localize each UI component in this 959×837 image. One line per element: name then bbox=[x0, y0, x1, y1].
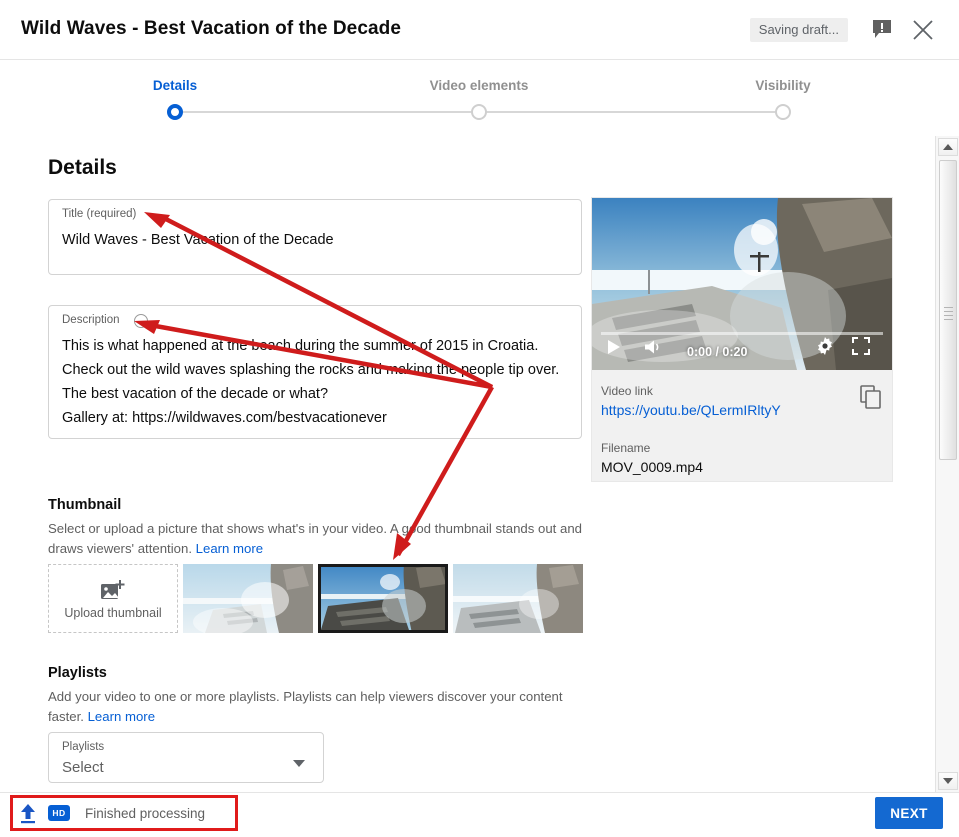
thumbnail-option-3[interactable] bbox=[453, 564, 583, 633]
title-field[interactable]: Title (required) Wild Waves - Best Vacat… bbox=[48, 199, 582, 275]
thumbnail-helper-line-2: draws viewers' attention. bbox=[48, 541, 192, 556]
gear-icon[interactable] bbox=[816, 337, 834, 360]
vertical-scrollbar[interactable] bbox=[935, 136, 959, 792]
description-field[interactable]: Description This is what happened at the… bbox=[48, 305, 582, 439]
feedback-exclamation-icon[interactable] bbox=[872, 19, 892, 41]
playlists-select-value: Select bbox=[62, 759, 104, 776]
thumbnail-helper-line-1: Select or upload a picture that shows wh… bbox=[48, 521, 583, 536]
play-icon[interactable] bbox=[606, 339, 622, 360]
playlists-helper-line-1: Add your video to one or more playlists.… bbox=[48, 689, 563, 704]
thumbnail-heading: Thumbnail bbox=[48, 497, 122, 513]
details-scroll-area: Details Title (required) Wild Waves - Be… bbox=[0, 136, 935, 792]
filename-label: Filename bbox=[601, 441, 651, 455]
stepper-track-2 bbox=[479, 111, 783, 113]
fullscreen-icon[interactable] bbox=[852, 337, 870, 360]
video-player-controls: 0:00 / 0:20 bbox=[592, 330, 892, 370]
step-label-details[interactable]: Details bbox=[153, 78, 197, 93]
dialog-header: Wild Waves - Best Vacation of the Decade… bbox=[0, 0, 959, 60]
playlists-select[interactable]: Playlists Select bbox=[48, 732, 324, 783]
thumbnail-option-2[interactable] bbox=[318, 564, 448, 633]
scroll-up-button[interactable] bbox=[938, 138, 958, 156]
chevron-down-icon[interactable] bbox=[293, 760, 305, 767]
details-heading: Details bbox=[48, 156, 117, 179]
title-field-value[interactable]: Wild Waves - Best Vacation of the Decade bbox=[62, 228, 568, 252]
filename-value: MOV_0009.mp4 bbox=[601, 459, 703, 475]
playlists-select-label: Playlists bbox=[62, 741, 105, 753]
step-label-video-elements[interactable]: Video elements bbox=[430, 78, 529, 93]
step-label-visibility[interactable]: Visibility bbox=[755, 78, 810, 93]
video-link-value[interactable]: https://youtu.be/QLermIRltyY bbox=[601, 402, 781, 418]
playlists-helper-line-2: faster. bbox=[48, 709, 84, 724]
playlists-helper-text: Add your video to one or more playlists.… bbox=[48, 687, 593, 727]
next-button[interactable]: NEXT bbox=[875, 797, 943, 829]
video-time-display: 0:00 / 0:20 bbox=[687, 345, 748, 359]
step-dot-visibility[interactable] bbox=[775, 104, 791, 120]
title-field-label: Title (required) bbox=[62, 208, 137, 220]
volume-icon[interactable] bbox=[644, 339, 664, 360]
description-field-value[interactable]: This is what happened at the beach durin… bbox=[62, 334, 568, 430]
scroll-down-button[interactable] bbox=[938, 772, 958, 790]
step-dot-video-elements[interactable] bbox=[471, 104, 487, 120]
thumbnail-learn-more-link[interactable]: Learn more bbox=[196, 541, 263, 556]
thumbnail-helper-text: Select or upload a picture that shows wh… bbox=[48, 519, 593, 559]
upload-thumbnail-label: Upload thumbnail bbox=[64, 606, 162, 620]
video-preview-card: 0:00 / 0:20 Video link https://youtu.be/… bbox=[591, 197, 893, 482]
thumbnail-option-1[interactable] bbox=[183, 564, 313, 633]
playlists-learn-more-link[interactable]: Learn more bbox=[88, 709, 155, 724]
upload-icon bbox=[18, 803, 38, 825]
playlists-heading: Playlists bbox=[48, 665, 107, 681]
upload-status-text: Finished processing bbox=[85, 806, 206, 821]
stepper-track-1 bbox=[175, 111, 479, 113]
upload-thumbnail-button[interactable]: Upload thumbnail bbox=[48, 564, 178, 633]
video-upload-dialog: Wild Waves - Best Vacation of the Decade… bbox=[0, 0, 959, 837]
description-field-label: Description bbox=[62, 314, 120, 326]
page-title: Wild Waves - Best Vacation of the Decade bbox=[21, 18, 402, 39]
video-link-label: Video link bbox=[601, 384, 653, 398]
saving-draft-status: Saving draft... bbox=[749, 18, 848, 42]
video-progress-bar[interactable] bbox=[601, 332, 883, 335]
scrollbar-thumb[interactable] bbox=[939, 160, 957, 460]
help-circle-icon[interactable] bbox=[134, 314, 148, 328]
add-image-icon bbox=[101, 580, 125, 599]
step-dot-details[interactable] bbox=[167, 104, 183, 120]
close-icon[interactable] bbox=[911, 18, 935, 42]
hd-badge: HD bbox=[48, 805, 70, 821]
video-preview-thumbnail[interactable]: 0:00 / 0:20 bbox=[592, 198, 892, 370]
upload-stepper: Details Video elements Visibility bbox=[0, 60, 945, 136]
copy-icon[interactable] bbox=[860, 385, 882, 409]
